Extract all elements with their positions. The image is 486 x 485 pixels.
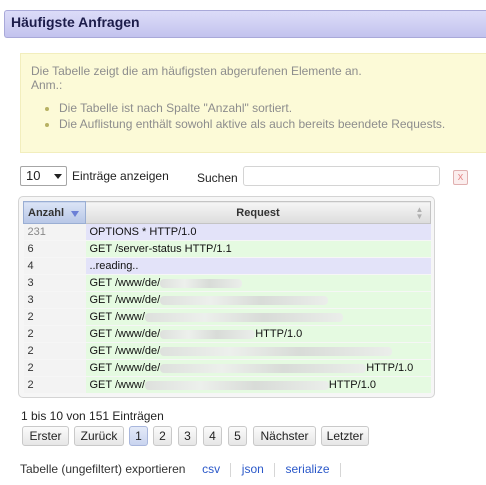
search-input[interactable] [243, 166, 440, 186]
table-row[interactable]: 3 GET /www/de/ [23, 274, 431, 292]
column-header-anzahl[interactable]: Anzahl [23, 201, 86, 224]
request-cell: ..reading.. [85, 257, 431, 275]
divider [274, 462, 276, 477]
redacted-path [144, 312, 343, 322]
column-header-request[interactable]: Request ▲ ▼ [85, 201, 431, 224]
redacted-path [144, 380, 329, 390]
sort-desc-icon [71, 211, 79, 217]
divider [191, 463, 192, 477]
column-header-label: Request [236, 206, 280, 219]
request-cell: GET /server-status HTTP/1.1 [85, 240, 431, 258]
table-row[interactable]: 2 GET /www/de/HTTP/1.0 [23, 359, 431, 377]
request-suffix: HTTP/1.0 [366, 362, 414, 374]
redacted-path [160, 329, 256, 339]
page-button-2[interactable]: 2 [153, 426, 172, 446]
clear-search-button[interactable]: x [453, 170, 468, 185]
table-row[interactable]: 2 GET /www/de/ [23, 342, 431, 360]
request-cell: GET /www/de/ [85, 291, 431, 309]
count-cell: 4 [23, 257, 86, 275]
request-text: GET /www/ [89, 379, 145, 391]
request-text: GET /server-status HTTP/1.1 [89, 243, 232, 255]
request-cell: GET /www/de/ [85, 342, 431, 360]
info-note: Die Tabelle ist nach Spalte "Anzahl" sor… [59, 100, 486, 116]
previous-page-button[interactable]: Zurück [74, 426, 124, 446]
page-length-value: 10 [26, 168, 41, 183]
count-cell: 2 [23, 376, 86, 394]
first-page-button[interactable]: Erster [22, 426, 69, 446]
search-label: Suchen [197, 171, 238, 185]
section-title: Häufigste Anfragen [4, 10, 486, 38]
request-suffix: HTTP/1.0 [328, 379, 376, 391]
page-button-4[interactable]: 4 [203, 426, 222, 446]
request-text: GET /www/de/ [89, 328, 161, 340]
request-cell: OPTIONS * HTTP/1.0 [85, 223, 431, 241]
request-cell: GET /www/ [85, 308, 431, 326]
request-text: ..reading.. [89, 260, 139, 272]
request-suffix: HTTP/1.0 [255, 328, 303, 340]
table-row[interactable]: 4 ..reading.. [23, 257, 431, 275]
request-text: OPTIONS * HTTP/1.0 [89, 226, 197, 238]
request-text: GET /www/de/ [89, 362, 161, 374]
redacted-path [160, 346, 393, 356]
export-label: Tabelle (ungefiltert) exportieren [20, 462, 186, 476]
table-row[interactable]: 2 GET /www/ [23, 308, 431, 326]
redacted-path [160, 295, 329, 305]
last-page-button[interactable]: Letzter [321, 426, 369, 446]
count-cell: 3 [23, 274, 86, 292]
page-button-1[interactable]: 1 [129, 426, 148, 446]
info-note: Die Auflistung enthält sowohl aktive als… [59, 116, 486, 132]
export-serialize-link[interactable]: serialize [286, 462, 330, 476]
page-length-label: Einträge anzeigen [72, 169, 169, 183]
page-length-select[interactable]: 10 [20, 166, 67, 186]
requests-table-wrapper: Anzahl Request ▲ ▼ 231 OPTIONS * HTTP/1.0… [18, 196, 435, 398]
request-text: GET /www/de/ [89, 277, 161, 289]
request-cell: GET /www/de/HTTP/1.0 [85, 325, 431, 343]
request-cell: GET /www/de/ [85, 274, 431, 292]
request-cell: GET /www/HTTP/1.0 [85, 376, 431, 394]
pagination-info: 1 bis 10 von 151 Einträgen [21, 409, 164, 423]
request-text: GET /www/ [89, 311, 145, 323]
info-box: Die Tabelle zeigt die am häufigsten abge… [20, 53, 486, 153]
info-text: Die Tabelle zeigt die am häufigsten abge… [31, 64, 362, 78]
request-text: GET /www/de/ [89, 345, 161, 357]
table-controls: 10 Einträge anzeigen Suchen x [20, 166, 486, 188]
table-row[interactable]: 3 GET /www/de/ [23, 291, 431, 309]
divider [339, 462, 341, 477]
page-button-3[interactable]: 3 [178, 426, 197, 446]
page-button-5[interactable]: 5 [228, 426, 247, 446]
sort-both-icon: ▲ ▼ [415, 205, 424, 221]
next-page-button[interactable]: Nächster [253, 426, 316, 446]
request-cell: GET /www/de/HTTP/1.0 [85, 359, 431, 377]
export-json-link[interactable]: json [242, 462, 264, 476]
divider [230, 462, 232, 477]
table-row[interactable]: 6 GET /server-status HTTP/1.1 [23, 240, 431, 258]
info-notes-list: Die Tabelle ist nach Spalte "Anzahl" sor… [31, 100, 486, 132]
request-text: GET /www/de/ [89, 294, 161, 306]
count-cell: 3 [23, 291, 86, 309]
export-bar: Tabelle (ungefiltert) exportieren csv js… [20, 462, 348, 477]
count-cell: 2 [23, 325, 86, 343]
table-row[interactable]: 231 OPTIONS * HTTP/1.0 [23, 223, 431, 241]
page-title: Häufigste Anfragen [11, 14, 140, 30]
count-cell: 6 [23, 240, 86, 258]
redacted-path [160, 363, 367, 373]
redacted-path [160, 278, 243, 288]
count-cell: 2 [23, 359, 86, 377]
close-icon: x [457, 171, 464, 183]
count-cell: 2 [23, 308, 86, 326]
count-cell: 231 [23, 223, 86, 241]
table-row[interactable]: 2 GET /www/HTTP/1.0 [23, 376, 431, 394]
requests-table: Anzahl Request ▲ ▼ 231 OPTIONS * HTTP/1.0… [23, 201, 431, 394]
table-row[interactable]: 2 GET /www/de/HTTP/1.0 [23, 325, 431, 343]
info-note-heading: Anm.: [31, 78, 63, 92]
export-csv-link[interactable]: csv [202, 462, 220, 476]
column-header-label: Anzahl [28, 206, 65, 219]
chevron-down-icon [54, 174, 62, 179]
count-cell: 2 [23, 342, 86, 360]
